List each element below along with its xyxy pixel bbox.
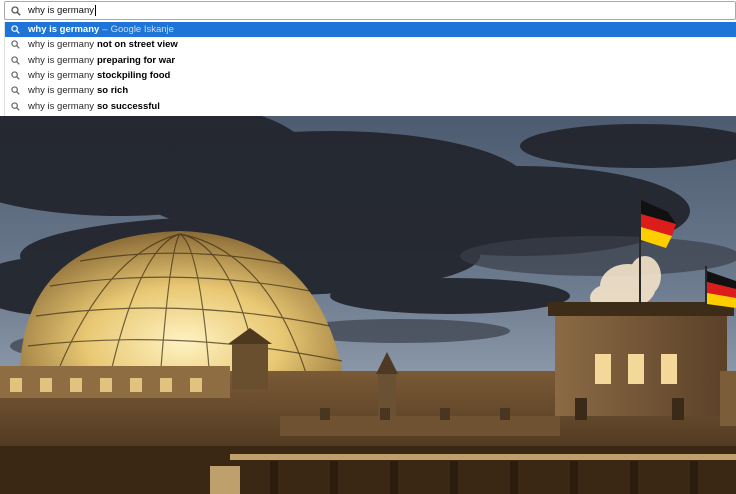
suggestion-typed-text: why is germany [28, 24, 100, 36]
suggestion-typed-text: why is germany [28, 70, 94, 82]
search-icon [11, 40, 20, 50]
suggestion-completion: so successful [97, 100, 160, 112]
suggestion-completion: preparing for war [97, 54, 176, 66]
search-icon [11, 5, 21, 16]
search-icon [11, 71, 20, 80]
reichstag-dome-at-dusk-image [0, 116, 736, 494]
suggestion-typed-text: why is germany [28, 85, 94, 97]
suggestion-item[interactable]: why is germany preparing for war [5, 53, 736, 68]
suggestion-dropdown: why is germany – Google Iskanje why is g… [4, 22, 736, 116]
suggestion-item[interactable]: why is germany so rich [5, 83, 736, 98]
suggestion-separator: – [102, 24, 108, 36]
suggestion-item[interactable]: why is germany stockpiling food [5, 68, 736, 83]
address-bar-text[interactable]: why is germany [28, 5, 94, 16]
search-icon [11, 25, 20, 34]
address-bar[interactable]: why is germany [4, 1, 736, 20]
suggestion-typed-text: why is germany [28, 54, 94, 66]
suggestion-completion: so rich [97, 85, 129, 97]
suggestion-completion: not on street view [97, 39, 178, 51]
suggestion-item[interactable]: why is germany – Google Iskanje [5, 22, 736, 38]
text-caret [95, 5, 96, 16]
suggestion-item[interactable]: why is germany not on street view [5, 37, 736, 52]
suggestion-item[interactable]: why is germany so successful [5, 98, 736, 113]
search-icon [11, 86, 20, 96]
suggestion-typed-text: why is germany [28, 39, 94, 51]
search-icon [11, 56, 20, 65]
search-icon [11, 101, 20, 111]
suggestion-completion: stockpiling food [97, 70, 171, 82]
search-provider-label: Google Iskanje [110, 24, 174, 36]
suggestion-typed-text: why is germany [28, 100, 94, 112]
